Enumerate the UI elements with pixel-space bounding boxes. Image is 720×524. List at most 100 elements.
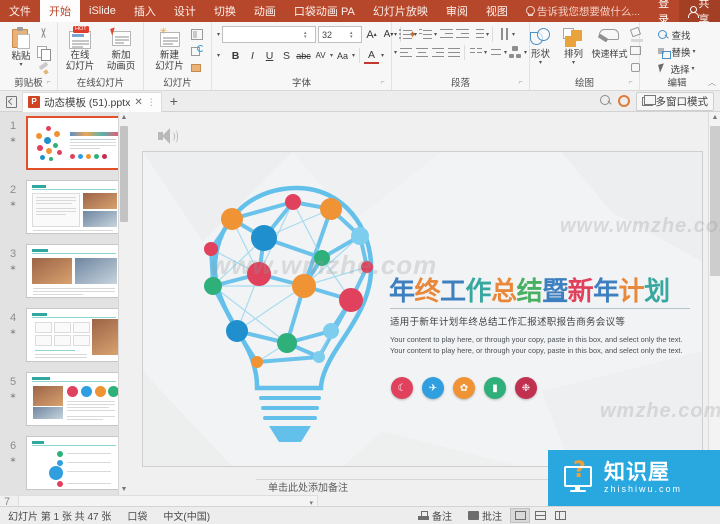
ribbon-tab-pocket-animation[interactable]: 口袋动画 PA xyxy=(285,0,364,22)
select-caret[interactable]: ▾ xyxy=(692,66,695,72)
line-spacing-icon[interactable] xyxy=(470,27,485,42)
find-button[interactable]: 查找 xyxy=(656,27,692,43)
collapse-ribbon-button[interactable]: ︿ xyxy=(708,77,716,88)
replace-caret[interactable]: ▾ xyxy=(693,49,696,55)
columns-caret[interactable]: ▾ xyxy=(484,50,487,56)
online-slide-button[interactable]: HOT 在线 幻灯片 xyxy=(60,25,100,72)
ribbon-tab-review[interactable]: 审阅 xyxy=(437,0,477,22)
font-size-dropdown[interactable]: ▴ ▾ xyxy=(350,30,359,39)
paste-button[interactable]: 粘贴 ▾ xyxy=(6,25,36,68)
ribbon-tab-design[interactable]: 设计 xyxy=(165,0,205,22)
speaker-icon[interactable] xyxy=(158,128,180,146)
ribbon-tab-animations[interactable]: 动画 xyxy=(245,0,285,22)
thumbnail-slide-3[interactable] xyxy=(26,244,122,298)
slide-scroll-up[interactable]: ▲ xyxy=(709,112,720,124)
sign-in-button[interactable]: 登录 xyxy=(648,0,679,22)
align-text-icon[interactable] xyxy=(488,45,503,60)
add-animation-page-button[interactable]: 新加 动画页 xyxy=(101,25,141,72)
slide-canvas[interactable]: 年终工作总结暨新年计划 适用于新年计划年终总结工作汇报述职报告商务会议等 You… xyxy=(142,151,703,467)
theme-status[interactable]: 口袋 xyxy=(119,508,155,523)
language-status[interactable]: 中文(中国) xyxy=(155,508,218,523)
section-icon[interactable] xyxy=(190,62,206,77)
font-color-caret[interactable]: ▾ xyxy=(381,53,384,59)
slide-title[interactable]: 年终工作总结暨新年计划 xyxy=(389,271,670,308)
line-spacing-caret[interactable]: ▾ xyxy=(486,32,489,38)
paste-caret[interactable]: ▾ xyxy=(19,62,22,68)
thumbnail-slide-2[interactable] xyxy=(26,180,122,234)
search-document-icon[interactable] xyxy=(599,95,612,107)
drawing-dialog-launcher[interactable]: ⌐ xyxy=(627,79,634,86)
slide-thumbnail-pane[interactable]: 1 ✶ 2 ✶ 3 ✶ 4 ✶ 5 ✶ 6 ✶ ▲ ▼ xyxy=(0,112,128,496)
font-color-button[interactable]: A xyxy=(364,48,380,64)
thumbnail-scrollbar[interactable]: ▲ ▼ xyxy=(118,112,128,496)
italic-button[interactable]: I xyxy=(245,48,260,64)
new-slide-button[interactable]: ✳ 新建 幻灯片 xyxy=(150,25,190,72)
bold-button[interactable]: B xyxy=(228,48,243,64)
thumbnail-row-1[interactable]: 1 ✶ xyxy=(0,116,128,170)
decrease-indent-icon[interactable] xyxy=(438,27,454,42)
clipboard-dialog-launcher[interactable]: ⌐ xyxy=(45,79,52,86)
font-family-input[interactable]: ▴ ▾ xyxy=(222,26,317,43)
thumbnail-slide-1[interactable] xyxy=(26,116,122,170)
thumbnail-row-6[interactable]: 6 ✶ xyxy=(0,436,128,490)
slide-pane-scrollbar[interactable]: ▲ ▼ xyxy=(708,112,720,496)
align-text-caret[interactable]: ▾ xyxy=(504,50,507,56)
font-history-caret[interactable]: ▾ xyxy=(217,32,220,38)
columns-icon[interactable] xyxy=(468,45,483,60)
paragraph-caret-1[interactable]: ▾ xyxy=(394,32,397,38)
arrange-caret[interactable]: ▾ xyxy=(572,60,575,66)
thumbnail-scroll-up[interactable]: ▲ xyxy=(119,112,128,124)
align-center-icon[interactable] xyxy=(414,45,429,60)
quick-styles-button[interactable]: 快速样式 xyxy=(591,25,629,60)
ribbon-tab-slideshow[interactable]: 幻灯片放映 xyxy=(364,0,437,22)
slide-subtitle[interactable]: 适用于新年计划年终总结工作汇报述职报告商务会议等 xyxy=(390,314,625,328)
thumbnail-scroll-thumb[interactable] xyxy=(120,126,128,222)
slide-editor-pane[interactable]: 年终工作总结暨新年计划 适用于新年计划年终总结工作汇报述职报告商务会议等 You… xyxy=(128,112,720,496)
document-menu-icon[interactable]: ⋮ xyxy=(147,97,156,108)
font-family-dropdown[interactable]: ▴ ▾ xyxy=(304,30,313,39)
underline-button[interactable]: U xyxy=(262,48,277,64)
share-button[interactable]: 共享 xyxy=(679,0,720,22)
ribbon-tab-view[interactable]: 视图 xyxy=(477,0,517,22)
replace-button[interactable]: 替换 ▾ xyxy=(656,44,697,60)
thumbnail-slide-4[interactable] xyxy=(26,308,122,362)
slide-icon-1[interactable]: ☾ xyxy=(391,377,413,399)
paragraph-caret-2[interactable]: ▾ xyxy=(394,50,397,56)
shapes-caret[interactable]: ▾ xyxy=(539,60,542,66)
paragraph-dialog-launcher[interactable]: ⌐ xyxy=(517,79,524,86)
arrange-button[interactable]: 排列 ▾ xyxy=(558,25,590,66)
format-painter-icon[interactable] xyxy=(37,62,51,76)
new-document-button[interactable]: + xyxy=(162,94,186,108)
font-row2-caret[interactable]: ▾ xyxy=(217,53,220,59)
slide-scroll-thumb[interactable] xyxy=(710,126,720,276)
character-spacing-caret[interactable]: ▾ xyxy=(330,53,333,59)
slide-count-status[interactable]: 幻灯片 第 1 张 共 47 张 xyxy=(0,508,119,523)
ribbon-tab-insert[interactable]: 插入 xyxy=(125,0,165,22)
tell-me-box[interactable]: 告诉我您想要做什么... xyxy=(517,0,648,22)
font-size-input[interactable]: 32 ▴ ▾ xyxy=(318,26,363,43)
thumbnail-row-5[interactable]: 5 ✶ xyxy=(0,372,128,426)
thumbnail-slide-6[interactable] xyxy=(26,436,122,490)
increase-font-size-button[interactable]: A ▴ xyxy=(364,27,379,43)
reset-icon[interactable] xyxy=(190,45,206,60)
change-case-caret[interactable]: ▾ xyxy=(352,53,355,59)
numbering-icon[interactable] xyxy=(418,27,433,42)
slide-icon-5[interactable]: ❉ xyxy=(515,377,537,399)
strikethrough-button[interactable]: abc xyxy=(296,48,311,64)
align-right-icon[interactable] xyxy=(430,45,445,60)
justify-icon[interactable] xyxy=(446,45,461,60)
thumbnail-row-3[interactable]: 3 ✶ xyxy=(0,244,128,298)
select-button[interactable]: 选择 ▾ xyxy=(656,61,696,77)
shapes-button[interactable]: 形状 ▾ xyxy=(525,25,557,66)
close-document-icon[interactable]: ✕ xyxy=(134,97,142,108)
change-case-button[interactable]: Aa xyxy=(335,48,350,64)
align-left-icon[interactable] xyxy=(398,45,413,60)
slide-body-text[interactable]: Your content to play here, or through yo… xyxy=(390,335,686,356)
character-spacing-button[interactable]: AV xyxy=(313,48,328,64)
document-tab[interactable]: P 动态模板 (51).pptx ✕ ⋮ xyxy=(22,91,162,112)
thumbnail-slide-5[interactable] xyxy=(26,372,122,426)
increase-indent-icon[interactable] xyxy=(454,27,470,42)
bullets-caret[interactable]: ▾ xyxy=(414,32,417,38)
text-shadow-button[interactable]: S xyxy=(279,48,294,64)
copy-icon[interactable] xyxy=(37,45,51,61)
